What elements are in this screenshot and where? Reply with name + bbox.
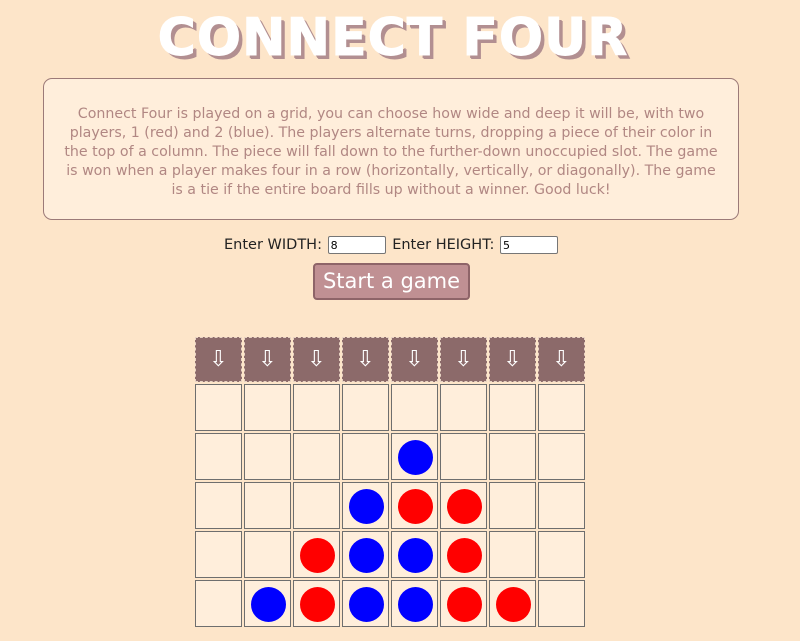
board-cell xyxy=(244,482,291,529)
board-cell xyxy=(342,580,389,627)
board-row xyxy=(195,482,587,529)
red-piece xyxy=(495,586,531,622)
board-cell xyxy=(195,482,242,529)
board-cell xyxy=(342,384,389,431)
board-cell xyxy=(489,482,536,529)
board-cell xyxy=(489,531,536,578)
height-input[interactable] xyxy=(499,236,558,254)
board-size-controls: Enter WIDTH: Enter HEIGHT: xyxy=(0,236,784,254)
board-cell xyxy=(195,384,242,431)
height-label: Enter HEIGHT: xyxy=(392,237,495,253)
board-grid xyxy=(195,384,587,627)
board-cell xyxy=(293,384,340,431)
drop-column-5-button[interactable]: ⇩ xyxy=(391,337,438,382)
board-cell xyxy=(538,482,585,529)
board-cell xyxy=(538,384,585,431)
start-game-button[interactable]: Start a game xyxy=(313,263,470,300)
board-cell xyxy=(538,433,585,480)
red-piece xyxy=(446,537,482,573)
board-cell xyxy=(391,580,438,627)
drop-column-7-button[interactable]: ⇩ xyxy=(489,337,536,382)
drop-column-4-button[interactable]: ⇩ xyxy=(342,337,389,382)
blue-piece xyxy=(397,586,433,622)
red-piece xyxy=(299,586,335,622)
board-cell xyxy=(440,531,487,578)
board-row xyxy=(195,384,587,431)
game-board: ⇩ ⇩ ⇩ ⇩ ⇩ ⇩ ⇩ ⇩ xyxy=(195,337,587,627)
game-title: CONNECT FOUR xyxy=(157,8,629,69)
board-cell xyxy=(489,433,536,480)
drop-button-row: ⇩ ⇩ ⇩ ⇩ ⇩ ⇩ ⇩ ⇩ xyxy=(195,337,587,382)
board-cell xyxy=(244,433,291,480)
blue-piece xyxy=(397,439,433,475)
board-cell xyxy=(391,531,438,578)
board-cell xyxy=(538,531,585,578)
blue-piece xyxy=(348,537,384,573)
drop-column-8-button[interactable]: ⇩ xyxy=(538,337,585,382)
board-cell xyxy=(293,580,340,627)
blue-piece xyxy=(348,488,384,524)
board-cell xyxy=(293,482,340,529)
board-cell xyxy=(342,433,389,480)
board-cell xyxy=(195,531,242,578)
red-piece xyxy=(446,488,482,524)
red-piece xyxy=(397,488,433,524)
board-cell xyxy=(440,384,487,431)
board-cell xyxy=(391,433,438,480)
rules-text: Connect Four is played on a grid, you ca… xyxy=(64,106,718,198)
board-cell xyxy=(342,482,389,529)
board-cell xyxy=(391,482,438,529)
board-cell xyxy=(293,531,340,578)
board-cell xyxy=(195,580,242,627)
width-label: Enter WIDTH: xyxy=(224,237,322,253)
board-cell xyxy=(293,433,340,480)
board-cell xyxy=(440,433,487,480)
red-piece xyxy=(299,537,335,573)
board-cell xyxy=(489,580,536,627)
blue-piece xyxy=(397,537,433,573)
blue-piece xyxy=(250,586,286,622)
board-cell xyxy=(538,580,585,627)
rules-box: Connect Four is played on a grid, you ca… xyxy=(43,78,739,220)
board-cell xyxy=(244,580,291,627)
board-cell xyxy=(244,384,291,431)
board-row xyxy=(195,433,587,480)
drop-column-1-button[interactable]: ⇩ xyxy=(195,337,242,382)
drop-column-3-button[interactable]: ⇩ xyxy=(293,337,340,382)
board-row xyxy=(195,580,587,627)
drop-column-2-button[interactable]: ⇩ xyxy=(244,337,291,382)
board-cell xyxy=(440,580,487,627)
board-cell xyxy=(342,531,389,578)
board-row xyxy=(195,531,587,578)
width-input[interactable] xyxy=(327,236,386,254)
board-cell xyxy=(195,433,242,480)
red-piece xyxy=(446,586,482,622)
board-cell xyxy=(244,531,291,578)
board-cell xyxy=(391,384,438,431)
drop-column-6-button[interactable]: ⇩ xyxy=(440,337,487,382)
board-cell xyxy=(440,482,487,529)
board-cell xyxy=(489,384,536,431)
blue-piece xyxy=(348,586,384,622)
